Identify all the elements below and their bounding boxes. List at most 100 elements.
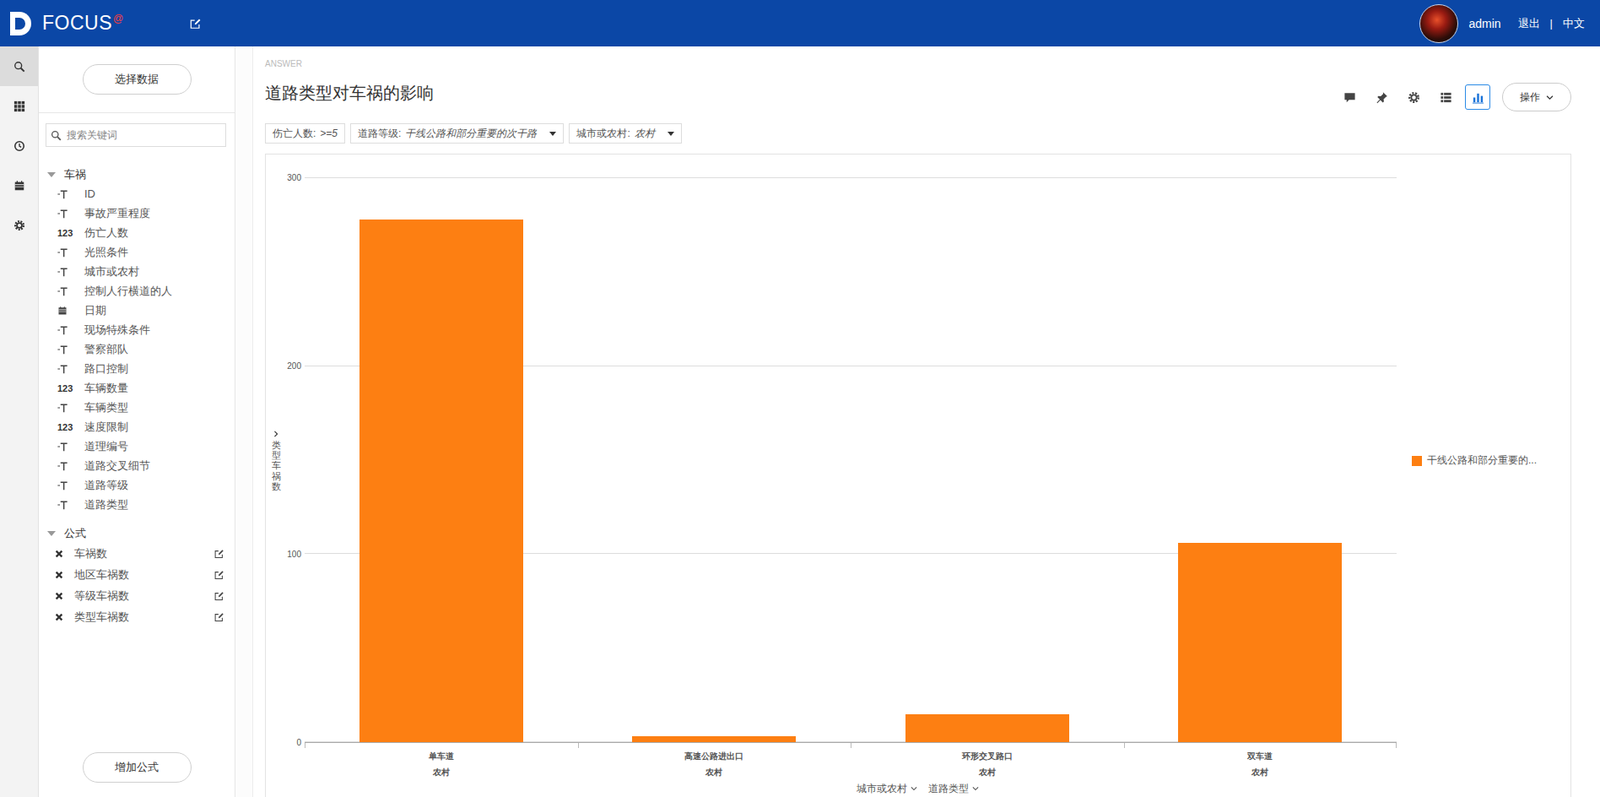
- field-item[interactable]: 类型车祸数: [38, 605, 235, 628]
- field-item[interactable]: 车辆类型: [38, 397, 235, 417]
- dropdown-caret-icon: [667, 131, 675, 136]
- text-icon: [57, 402, 68, 413]
- field-item[interactable]: 城市或农村: [38, 261, 235, 282]
- user-avatar[interactable]: [1419, 4, 1459, 44]
- y-tick-label: 300: [286, 173, 302, 183]
- field-item[interactable]: 道路类型: [38, 494, 235, 514]
- separator: |: [1550, 16, 1553, 30]
- filter-chip[interactable]: 伤亡人数: >=5: [264, 123, 346, 144]
- filter-chip[interactable]: 道路等级: 干线公路和部分重要的次干路: [350, 123, 564, 144]
- field-item[interactable]: 车祸数: [38, 542, 235, 564]
- rail-search-button[interactable]: [0, 46, 38, 87]
- filter-bar: 伤亡人数: >=5 道路等级: 干线公路和部分重要的次干路 城市或农村: 农村: [264, 123, 1572, 144]
- rail-calendar-button[interactable]: [0, 165, 38, 206]
- formula-icon: [54, 590, 65, 601]
- rail-settings-button[interactable]: [0, 205, 38, 245]
- x-axis: 单车道 农村高速公路进出口 农村环形交叉路口 农村双车道 农村: [304, 742, 1397, 782]
- chevron-icon: [971, 783, 980, 793]
- field-item[interactable]: 道理编号: [38, 436, 235, 456]
- table-icon: [1439, 91, 1453, 104]
- edit-icon: [214, 548, 225, 559]
- rail-apps-button[interactable]: [0, 86, 38, 126]
- x-tick-label: 环形交叉路口 农村: [850, 742, 1125, 782]
- field-item[interactable]: 123 车辆数量: [38, 378, 235, 398]
- field-item[interactable]: 光照条件: [38, 242, 235, 262]
- text-icon: [57, 344, 68, 355]
- field-item[interactable]: 道路交叉细节: [38, 455, 235, 476]
- y-tick-label: 200: [286, 362, 302, 371]
- bar[interactable]: [905, 713, 1070, 742]
- number-type-icon: 123: [57, 227, 73, 238]
- x-tick-label: 双车道 农村: [1124, 742, 1398, 782]
- edit-formula-button[interactable]: [214, 569, 225, 580]
- panel-splitter[interactable]: [235, 46, 254, 797]
- logo[interactable]: FOCUS@: [8, 10, 125, 38]
- field-item[interactable]: 道路等级: [38, 475, 235, 495]
- edit-formula-button[interactable]: [214, 590, 225, 601]
- edit-icon: [214, 611, 225, 622]
- edit-formula-button[interactable]: [214, 548, 225, 559]
- x-axis-title[interactable]: 城市或农村: [856, 781, 919, 795]
- language-link[interactable]: 中文: [1562, 16, 1585, 32]
- search-icon: [13, 60, 26, 73]
- logout-link[interactable]: 退出: [1518, 16, 1541, 32]
- select-data-button[interactable]: 选择数据: [82, 64, 192, 95]
- user-name[interactable]: admin: [1468, 16, 1501, 31]
- keyword-input[interactable]: [64, 128, 222, 142]
- field-item[interactable]: 123 伤亡人数: [38, 222, 235, 243]
- legend-item[interactable]: 干线公路和部分重要的...: [1411, 453, 1571, 468]
- history-icon: [13, 140, 26, 152]
- chart-button[interactable]: [1464, 84, 1491, 110]
- actions-button[interactable]: 操作: [1502, 82, 1572, 112]
- expand-arrow-icon[interactable]: [47, 172, 56, 178]
- calendar-icon: [13, 179, 26, 192]
- field-item[interactable]: 现场特殊条件: [38, 319, 235, 340]
- expand-arrow-icon[interactable]: [47, 530, 56, 536]
- group-header[interactable]: 车祸: [38, 165, 235, 184]
- keyword-search[interactable]: [45, 123, 227, 147]
- formula-icon: [54, 611, 65, 622]
- field-item[interactable]: 控制人行横道的人: [38, 281, 235, 301]
- field-item[interactable]: 路口控制: [38, 358, 235, 379]
- text-icon: [57, 189, 68, 200]
- filter-chip[interactable]: 城市或农村: 农村: [568, 123, 682, 144]
- field-item[interactable]: 等级车祸数: [38, 584, 235, 606]
- chevron-icon: [1545, 92, 1555, 103]
- x-axis-title[interactable]: 道路类型: [928, 781, 980, 795]
- comment-button[interactable]: [1336, 84, 1363, 110]
- answer-label: ANSWER: [264, 59, 1572, 70]
- x-tick-label: 高速公路进出口 农村: [578, 742, 852, 782]
- y-tick-label: 0: [296, 738, 302, 747]
- plot-area: [304, 178, 1397, 743]
- answer-title: 道路类型对车祸的影响: [264, 81, 434, 105]
- number-type-icon: 123: [57, 383, 73, 394]
- field-item[interactable]: ID: [38, 183, 235, 204]
- group-header[interactable]: 公式: [38, 524, 235, 543]
- edit-icon: [214, 569, 225, 580]
- field-item[interactable]: 日期: [38, 300, 235, 320]
- field-item[interactable]: 事故严重程度: [38, 203, 235, 223]
- y-axis-title[interactable]: 类型车祸数: [265, 178, 287, 743]
- add-formula-button[interactable]: 增加公式: [82, 751, 192, 783]
- field-group: 公式 车祸数 地区车祸数 等级车祸数 类型车祸数: [38, 524, 235, 628]
- field-item[interactable]: 地区车祸数: [38, 563, 235, 585]
- pin-button[interactable]: [1368, 84, 1395, 110]
- field-item[interactable]: 123 速度限制: [38, 416, 235, 437]
- settings-icon: [1407, 91, 1421, 104]
- y-axis: 3002001000: [286, 178, 305, 743]
- settings-button[interactable]: [1400, 84, 1427, 110]
- chevron-icon: [909, 783, 919, 793]
- text-icon: [57, 480, 68, 491]
- bar[interactable]: [359, 219, 524, 742]
- bar[interactable]: [1178, 542, 1342, 742]
- table-button[interactable]: [1432, 84, 1459, 110]
- bar[interactable]: [632, 735, 796, 742]
- rail-history-button[interactable]: [0, 125, 38, 166]
- dropdown-caret-icon: [549, 131, 557, 136]
- chart-icon: [1471, 91, 1485, 104]
- edit-formula-button[interactable]: [214, 611, 225, 622]
- field-item[interactable]: 警察部队: [38, 339, 235, 359]
- new-answer-button[interactable]: [189, 17, 202, 30]
- text-icon: [57, 363, 68, 374]
- logo-text: FOCUS@: [42, 13, 125, 33]
